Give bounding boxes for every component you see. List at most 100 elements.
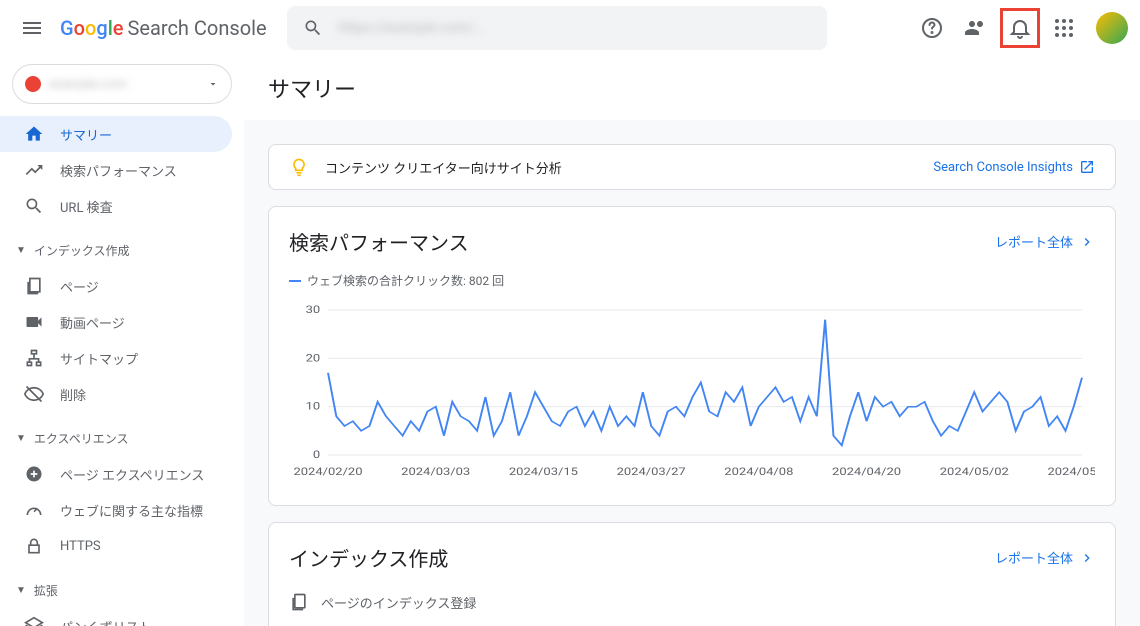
insights-link-label: Search Console Insights <box>933 160 1073 175</box>
performance-title: 検索パフォーマンス <box>289 227 469 256</box>
nav-label: URL 検査 <box>60 197 113 216</box>
nav-label: サマリー <box>60 125 112 144</box>
nav-section-1[interactable]: ▼エクスペリエンス <box>0 420 244 456</box>
nav-label: HTTPS <box>60 539 101 554</box>
header-actions <box>912 8 1128 48</box>
search-icon <box>24 196 44 216</box>
nav-section-2[interactable]: ▼拡張 <box>0 572 244 608</box>
help-icon <box>920 16 944 40</box>
lock-icon <box>24 536 44 556</box>
nav-sec0-item1[interactable]: 動画ページ <box>0 304 232 340</box>
full-report-label: レポート全体 <box>995 232 1073 251</box>
svg-text:2024/05/14: 2024/05/14 <box>1047 466 1095 478</box>
insights-text: コンテンツ クリエイター向けサイト分析 <box>325 158 933 177</box>
nav-sec0-item0[interactable]: ページ <box>0 268 232 304</box>
nav-sec2-item0[interactable]: パンくずリスト <box>0 608 232 626</box>
pages-icon <box>24 276 44 296</box>
full-report-link[interactable]: レポート全体 <box>995 232 1095 251</box>
svg-text:2024/05/02: 2024/05/02 <box>940 466 1010 478</box>
nav-label: パンくずリスト <box>60 617 152 626</box>
nav-item-1[interactable]: 検索パフォーマンス <box>0 152 232 188</box>
remove-icon <box>24 384 44 404</box>
nav-section-0[interactable]: ▼インデックス作成 <box>0 232 244 268</box>
users-icon <box>964 16 988 40</box>
nav-sec1-item1[interactable]: ウェブに関する主な指標 <box>0 492 232 528</box>
chart-legend: ウェブ検索の合計クリック数: 802 回 <box>289 272 1095 289</box>
nav-sec1-item0[interactable]: ページ エクスペリエンス <box>0 456 232 492</box>
chevron-down-icon: ▼ <box>16 245 26 256</box>
nav-label: 検索パフォーマンス <box>60 161 177 180</box>
bell-icon <box>1008 16 1032 40</box>
help-button[interactable] <box>912 8 952 48</box>
google-logo: Google <box>60 16 124 40</box>
indexing-subheader: ページのインデックス登録 <box>289 592 1095 612</box>
legend-color-swatch <box>289 280 301 282</box>
layers-icon <box>24 616 44 626</box>
avatar[interactable] <box>1096 12 1128 44</box>
open-in-new-icon <box>1079 159 1095 175</box>
chevron-right-icon <box>1079 234 1095 250</box>
sitemap-icon <box>24 348 44 368</box>
svg-text:2024/03/15: 2024/03/15 <box>509 466 579 478</box>
chevron-down-icon <box>207 78 219 90</box>
indexing-full-report-link[interactable]: レポート全体 <box>995 548 1095 567</box>
trending-icon <box>24 160 44 180</box>
sidebar: example.com サマリー 検索パフォーマンス URL 検査 ▼インデック… <box>0 56 244 626</box>
nav-label: 動画ページ <box>60 313 125 332</box>
svg-text:2024/04/08: 2024/04/08 <box>724 466 793 478</box>
nav-label: ページ エクスペリエンス <box>60 465 204 484</box>
indexing-full-report-label: レポート全体 <box>995 548 1073 567</box>
lightbulb-icon <box>289 157 309 177</box>
property-selector[interactable]: example.com <box>12 64 232 104</box>
page-title: サマリー <box>244 56 1140 120</box>
svg-text:2024/03/27: 2024/03/27 <box>617 466 686 478</box>
insights-card: コンテンツ クリエイター向けサイト分析 Search Console Insig… <box>268 144 1116 190</box>
insights-link[interactable]: Search Console Insights <box>933 159 1095 175</box>
svg-text:2024/02/20: 2024/02/20 <box>293 466 362 478</box>
menu-button[interactable] <box>12 8 52 48</box>
header: Google Search Console https://example.co… <box>0 0 1140 56</box>
pages-icon <box>289 592 309 612</box>
apps-icon <box>1052 16 1076 40</box>
main-content: サマリー コンテンツ クリエイター向けサイト分析 Search Console … <box>244 56 1140 626</box>
users-button[interactable] <box>956 8 996 48</box>
logo[interactable]: Google Search Console <box>60 16 267 40</box>
nav-item-0[interactable]: サマリー <box>0 116 232 152</box>
legend-label: ウェブ検索の合計クリック数: 802 回 <box>307 272 504 289</box>
apps-button[interactable] <box>1044 8 1084 48</box>
product-name: Search Console <box>128 16 267 40</box>
search-icon <box>303 18 323 38</box>
nav-label: ウェブに関する主な指標 <box>60 501 203 520</box>
svg-text:2024/03/03: 2024/03/03 <box>401 466 470 478</box>
performance-chart[interactable]: 0 10 20 30 2024/02/20 2024/03/03 2024/03/15 202… <box>289 305 1095 485</box>
chevron-right-icon <box>1079 550 1095 566</box>
performance-card: 検索パフォーマンス レポート全体 ウェブ検索の合計クリック数: 802 回 0 1… <box>268 206 1116 506</box>
plus-circle-icon <box>24 464 44 484</box>
svg-text:0: 0 <box>313 449 320 461</box>
nav-label: 削除 <box>60 385 86 404</box>
indexing-subheader-label: ページのインデックス登録 <box>321 593 476 612</box>
nav-sec0-item2[interactable]: サイトマップ <box>0 340 232 376</box>
video-icon <box>24 312 44 332</box>
property-favicon <box>25 76 41 92</box>
gauge-icon <box>24 500 44 520</box>
search-value: https://example.com/... <box>339 20 485 36</box>
property-name: example.com <box>49 77 199 92</box>
nav-item-2[interactable]: URL 検査 <box>0 188 232 224</box>
hamburger-icon <box>20 16 44 40</box>
search-bar[interactable]: https://example.com/... <box>287 6 827 50</box>
svg-text:10: 10 <box>306 400 321 412</box>
chevron-down-icon: ▼ <box>16 585 26 596</box>
home-icon <box>24 124 44 144</box>
chevron-down-icon: ▼ <box>16 433 26 444</box>
nav-sec1-item2[interactable]: HTTPS <box>0 528 232 564</box>
indexing-card: インデックス作成 レポート全体 ページのインデックス登録 インデックスに <box>268 522 1116 626</box>
nav-sec0-item3[interactable]: 削除 <box>0 376 232 412</box>
indexing-title: インデックス作成 <box>289 543 448 572</box>
notifications-button[interactable] <box>1000 8 1040 48</box>
svg-text:2024/04/20: 2024/04/20 <box>832 466 901 478</box>
svg-text:30: 30 <box>306 305 321 316</box>
svg-text:20: 20 <box>306 352 321 364</box>
nav-label: ページ <box>60 277 99 296</box>
nav-label: サイトマップ <box>60 349 138 368</box>
